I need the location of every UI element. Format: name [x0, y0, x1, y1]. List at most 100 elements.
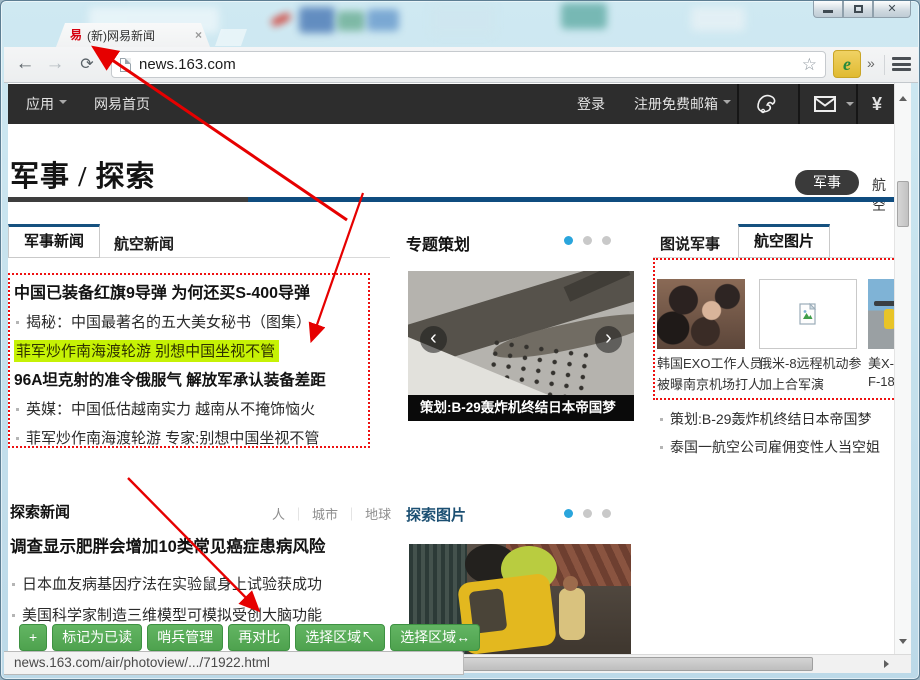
desktop-blur-blob — [691, 7, 745, 31]
url-text[interactable]: news.163.com — [139, 56, 802, 73]
page-content: 应用 网易首页 登录 注册免费邮箱 — [8, 83, 894, 654]
caret-down-icon — [846, 102, 854, 110]
forward-button[interactable]: → — [42, 51, 68, 77]
filter-earth[interactable]: 地球 — [365, 507, 391, 522]
news-item[interactable]: 中国已装备红旗9导弹 为何还买S-400导弹 — [14, 279, 366, 308]
news-item[interactable]: 菲军炒作南海渡轮游 专家:别想中国坐视不管 — [14, 424, 366, 453]
aviation-list-item[interactable]: 泰国一航空公司雇佣变性人当空姐 — [658, 437, 880, 457]
topics-carousel-image[interactable]: ‹ › 策划:B-29轰炸机终结日本帝国梦 — [408, 271, 634, 421]
news-item[interactable]: 揭秘：中国最著名的五大美女秘书（图集） — [14, 308, 366, 337]
photo-caption[interactable]: F-18 — [868, 374, 894, 389]
photo-shape — [563, 576, 578, 591]
overflow-icon[interactable]: » — [867, 55, 875, 71]
maximize-button[interactable] — [843, 1, 873, 18]
carousel-dot[interactable] — [583, 236, 592, 245]
filter-city[interactable]: 城市 — [312, 507, 338, 522]
sentry-manage-button[interactable]: 哨兵管理 — [147, 624, 223, 651]
carousel-dot[interactable] — [602, 236, 611, 245]
nav-login-link[interactable]: 登录 — [577, 84, 605, 124]
annotation-toolbar: + 标记为已读 哨兵管理 再对比 选择区域↖ 选择区域↔ — [19, 624, 480, 651]
maximize-icon — [854, 5, 863, 13]
select-area-nw-button[interactable]: 选择区域↖ — [295, 624, 385, 651]
photo-thumb-carrier[interactable] — [868, 279, 894, 349]
highlight-span[interactable]: 菲军炒作南海渡轮游 别想中国坐视不管 — [14, 340, 279, 362]
tab-military-pictures[interactable]: 图说军事 — [660, 233, 720, 254]
desktop-blur-blob — [337, 11, 365, 31]
desktop-blur-blob — [270, 12, 291, 27]
tab-aviation-pictures[interactable]: 航空图片 — [738, 224, 830, 258]
close-window-button[interactable]: ✕ — [873, 1, 911, 18]
photo-thumb-exo-crowd[interactable] — [657, 279, 745, 349]
carousel-prev-icon[interactable]: ‹ — [420, 326, 447, 353]
yen-icon[interactable]: ¥ — [872, 84, 882, 124]
nav-separator — [737, 84, 739, 124]
select-area-h-button[interactable]: 选择区域↔ — [390, 624, 480, 651]
desktop-blur-blob — [431, 5, 495, 35]
explore-item[interactable]: 美国科学家制造三维模型可模拟受创大脑功能 — [10, 604, 322, 625]
aviation-pill-label[interactable]: 航空 — [872, 175, 894, 215]
menu-icon[interactable] — [892, 57, 911, 74]
explore-carousel-dots — [564, 509, 611, 518]
scroll-down-icon[interactable] — [899, 639, 907, 648]
carousel-caption[interactable]: 策划:B-29轰炸机终结日本帝国梦 — [408, 395, 634, 421]
broken-image-icon — [797, 302, 819, 326]
nav-home-link[interactable]: 网易首页 — [94, 84, 150, 124]
vertical-scrollbar[interactable] — [894, 83, 911, 654]
nav-separator — [856, 84, 858, 124]
window-controls: ✕ — [813, 1, 911, 18]
photo-caption[interactable]: 加上合军演 — [759, 374, 824, 393]
nav-register-menu[interactable]: 注册免费邮箱 — [634, 84, 731, 124]
aviation-list-item[interactable]: 策划:B-29轰炸机终结日本帝国梦 — [658, 409, 871, 429]
caret-down-icon — [59, 100, 67, 108]
filter-people[interactable]: 人 — [272, 507, 285, 522]
toolbar-separator — [884, 55, 885, 75]
mark-read-button[interactable]: 标记为已读 — [52, 624, 142, 651]
explore-item[interactable]: 日本血友病基因疗法在实验鼠身上试验获成功 — [10, 573, 322, 594]
explore-news-title: 探索新闻 — [10, 501, 70, 522]
header-divider-dark — [8, 197, 248, 202]
carousel-dot[interactable] — [583, 509, 592, 518]
back-button[interactable]: ← — [12, 51, 38, 77]
status-bar-url: news.163.com/air/photoview/.../71922.htm… — [4, 651, 464, 675]
close-tab-icon[interactable]: × — [195, 28, 202, 42]
bookmark-star-icon[interactable]: ☆ — [802, 55, 817, 75]
caret-down-icon — [723, 100, 731, 108]
mail-icon[interactable] — [814, 96, 836, 136]
recompare-button[interactable]: 再对比 — [228, 624, 290, 651]
military-news-list: 中国已装备红旗9导弹 为何还买S-400导弹 揭秘：中国最著名的五大美女秘书（图… — [14, 279, 366, 453]
browser-tab[interactable]: 易 (新)网易新闻 × — [56, 23, 210, 47]
minimize-button[interactable] — [813, 1, 843, 18]
scroll-up-icon[interactable] — [899, 92, 907, 101]
scroll-right-icon[interactable] — [884, 660, 893, 668]
carousel-next-icon[interactable]: › — [595, 326, 622, 353]
photo-thumb-broken[interactable] — [759, 279, 857, 349]
tab-aviation-news[interactable]: 航空新闻 — [114, 233, 174, 254]
netease-logo-icon[interactable] — [755, 92, 781, 116]
news-item[interactable]: 英媒：中国低估越南实力 越南从不掩饰恼火 — [14, 395, 366, 424]
refresh-button[interactable]: ⟳ — [74, 51, 100, 77]
address-bar[interactable]: news.163.com ☆ — [111, 51, 826, 78]
carousel-dot-active[interactable] — [564, 236, 573, 245]
bird-logo — [755, 92, 781, 116]
photo-shape — [884, 309, 894, 329]
extension-icon[interactable]: e — [833, 50, 861, 78]
plus-button[interactable]: + — [19, 624, 47, 651]
photo-caption[interactable]: 被曝南京机场打人 — [657, 374, 761, 393]
photo-caption[interactable]: 韩国EXO工作人员 — [657, 353, 762, 372]
carousel-dot-active[interactable] — [564, 509, 573, 518]
news-item[interactable]: 96A坦克射的准令俄服气 解放军承认装备差距 — [14, 366, 366, 395]
military-pill-button[interactable]: 军事 — [795, 170, 859, 195]
explore-headline[interactable]: 调查显示肥胖会增加10类常见癌症患病风险 — [10, 533, 325, 557]
close-icon: ✕ — [887, 4, 896, 15]
tab-military-news[interactable]: 军事新闻 — [8, 224, 100, 258]
vertical-scroll-thumb[interactable] — [897, 181, 909, 227]
carousel-dot[interactable] — [602, 509, 611, 518]
news-item-highlighted[interactable]: 菲军炒作南海渡轮游 别想中国坐视不管 — [14, 337, 366, 366]
photo-caption[interactable]: 俄米-8远程机动参 — [759, 353, 862, 372]
page-title: 军事 / 探索 — [10, 153, 156, 195]
photo-shape — [874, 301, 894, 306]
carousel-dots — [564, 236, 611, 245]
browser-window: ✕ 易 (新)网易新闻 × ← → ⟳ news.163.com ☆ e » 应… — [0, 0, 920, 680]
nav-apps-menu[interactable]: 应用 — [26, 84, 67, 124]
photo-caption[interactable]: 美X-4 — [868, 353, 894, 372]
